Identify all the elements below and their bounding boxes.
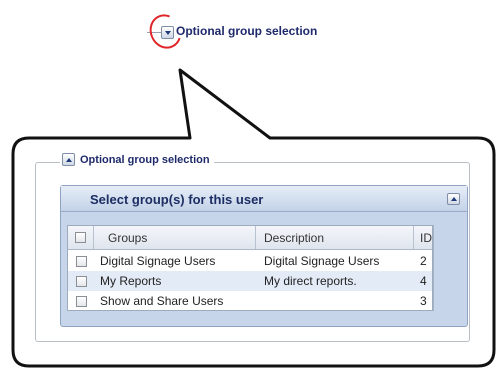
id-cell: 3 xyxy=(420,294,427,308)
chevron-up-icon xyxy=(450,197,457,201)
panel-header: Select group(s) for this user xyxy=(61,186,467,212)
description-cell xyxy=(256,291,414,310)
description-cell: Digital Signage Users xyxy=(264,254,380,268)
row-checkbox-cell xyxy=(68,291,94,310)
column-header-id[interactable]: ID xyxy=(414,226,432,249)
id-cell: 2 xyxy=(420,254,427,268)
row-checkbox-cell xyxy=(68,251,94,271)
chevron-up-icon xyxy=(65,157,72,162)
group-name-cell: Digital Signage Users xyxy=(100,254,216,268)
select-all-checkbox[interactable] xyxy=(75,232,86,243)
grid-scrollbar[interactable] xyxy=(433,225,455,311)
row-checkbox-cell xyxy=(68,271,94,291)
row-checkbox[interactable] xyxy=(75,275,87,287)
table-row[interactable]: Show and Share Users 3 xyxy=(68,291,432,310)
fieldset-legend-label[interactable]: Optional group selection xyxy=(80,154,210,166)
optional-group-selection-legend[interactable]: Optional group selection xyxy=(176,24,317,38)
group-name-cell: My Reports xyxy=(100,274,162,288)
group-name-cell: Show and Share Users xyxy=(100,294,224,308)
fieldset-legend: Optional group selection xyxy=(60,153,214,166)
table-row[interactable]: Digital Signage Users Digital Signage Us… xyxy=(68,251,432,271)
id-cell: 4 xyxy=(420,274,427,288)
row-checkbox[interactable] xyxy=(75,295,87,307)
column-header-description[interactable]: Description xyxy=(256,226,414,249)
panel-collapse-button[interactable] xyxy=(447,193,460,205)
table-row[interactable]: My Reports My direct reports. 4 xyxy=(68,271,432,291)
description-cell: My direct reports. xyxy=(264,274,357,288)
collapse-toggle-button[interactable] xyxy=(62,153,75,166)
groups-grid: Groups Description ID Digital Signage Us… xyxy=(67,225,433,311)
grid-header-row: Groups Description ID xyxy=(68,226,432,250)
column-header-groups[interactable]: Groups xyxy=(94,226,256,249)
row-checkbox[interactable] xyxy=(75,255,87,267)
select-all-cell xyxy=(68,226,94,249)
group-selection-panel: Select group(s) for this user Groups Des… xyxy=(60,185,468,327)
panel-title: Select group(s) for this user xyxy=(90,192,264,207)
